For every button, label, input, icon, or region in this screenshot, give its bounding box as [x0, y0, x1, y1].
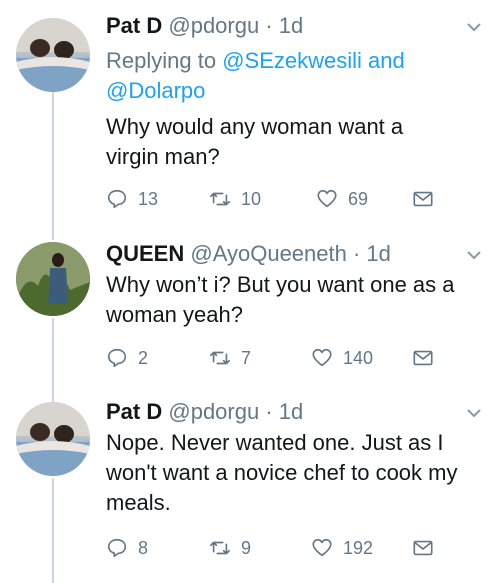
like-button[interactable]: 140 [311, 344, 373, 372]
avatar[interactable] [16, 18, 90, 92]
avatar[interactable] [16, 242, 90, 316]
retweet-icon [210, 192, 230, 206]
tweet-text: Why won’t i? But you want one as a woman… [106, 272, 455, 327]
envelope-icon [413, 540, 433, 556]
display-name[interactable]: Pat D [106, 399, 162, 424]
replying-prefix: Replying to [106, 48, 223, 73]
reply-count: 2 [138, 347, 149, 368]
tweet-actions: 8 9 192 [106, 534, 466, 562]
retweet-button[interactable]: 10 [209, 185, 261, 213]
tweet-text: Nope. Never wanted one. Just as I won't … [106, 430, 458, 515]
separator-dot: · [346, 241, 367, 266]
mention-link[interactable]: @Dolarpo [106, 78, 205, 103]
reply-count: 13 [138, 188, 159, 209]
timestamp[interactable]: 1d [279, 399, 303, 424]
tweet-actions: 2 7 140 [106, 344, 466, 372]
chevron-down-icon[interactable] [466, 248, 482, 266]
tweet-header: QUEEN @AyoQueeneth · 1d [106, 240, 391, 268]
reply-icon [107, 189, 127, 209]
display-name[interactable]: QUEEN [106, 241, 184, 266]
reply-icon [107, 348, 127, 368]
tweet-actions: 13 10 69 [106, 185, 466, 213]
envelope-icon [413, 350, 433, 366]
user-handle[interactable]: @AyoQueeneth [190, 241, 346, 266]
dm-button[interactable] [412, 185, 444, 213]
retweet-count: 10 [241, 188, 262, 209]
dm-button[interactable] [412, 534, 444, 562]
display-name[interactable]: Pat D [106, 13, 162, 38]
envelope-icon [413, 191, 433, 207]
tweet-header: Pat D @pdorgu · 1d [106, 12, 303, 40]
reply-icon [107, 538, 127, 558]
avatar-image [16, 242, 90, 316]
mention-link[interactable]: @SEzekwesili [222, 48, 362, 73]
reply-button[interactable]: 2 [106, 344, 148, 372]
heart-icon [312, 538, 332, 557]
user-handle[interactable]: @pdorgu [168, 399, 259, 424]
like-button[interactable]: 192 [311, 534, 373, 562]
heart-icon [317, 189, 337, 208]
timestamp[interactable]: 1d [279, 13, 303, 38]
like-count: 69 [348, 188, 369, 209]
tweet-text: Why would any woman want a virgin man? [106, 114, 404, 169]
avatar[interactable] [16, 402, 90, 476]
tweet[interactable]: QUEEN @AyoQueeneth · 1d Why won’t i? But… [0, 220, 500, 380]
timestamp[interactable]: 1d [366, 241, 390, 266]
avatar-image [16, 18, 90, 92]
tweet[interactable]: Pat D @pdorgu · 1d Replying to @SEzekwes… [0, 0, 500, 220]
retweet-button[interactable]: 7 [209, 344, 251, 372]
dm-button[interactable] [412, 344, 444, 372]
replying-to: Replying to @SEzekwesili and @Dolarpo [106, 46, 486, 106]
separator-dot: · [259, 13, 279, 38]
retweet-button[interactable]: 9 [209, 534, 251, 562]
retweet-count: 7 [241, 347, 252, 368]
mention-and: and [361, 48, 405, 73]
like-count: 140 [343, 347, 374, 368]
tweet-header: Pat D @pdorgu · 1d [106, 398, 303, 426]
retweet-icon [210, 541, 230, 555]
like-button[interactable]: 69 [316, 185, 368, 213]
reply-count: 8 [138, 537, 149, 558]
reply-button[interactable]: 13 [106, 185, 158, 213]
heart-icon [312, 348, 332, 367]
user-handle[interactable]: @pdorgu [168, 13, 259, 38]
chevron-down-icon[interactable] [466, 406, 482, 424]
tweet[interactable]: Pat D @pdorgu · 1d Nope. Never wanted on… [0, 380, 500, 583]
retweet-count: 9 [241, 537, 252, 558]
reply-button[interactable]: 8 [106, 534, 148, 562]
chevron-down-icon[interactable] [466, 20, 482, 38]
like-count: 192 [343, 537, 374, 558]
separator-dot: · [259, 399, 279, 424]
avatar-image [16, 402, 90, 476]
retweet-icon [210, 351, 230, 365]
